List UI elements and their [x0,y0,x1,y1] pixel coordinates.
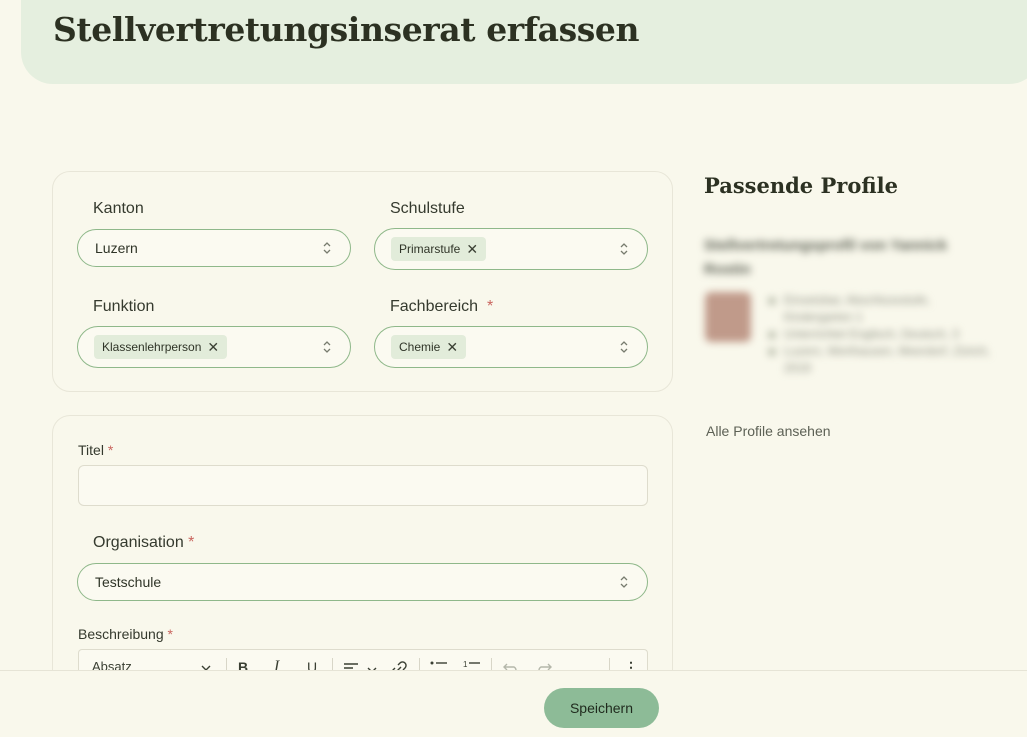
filter-card: Kanton Luzern Schulstufe Primarstufe ✕ F… [52,171,673,392]
footer-bar: Speichern [0,670,1027,737]
all-profiles-link[interactable]: Alle Profile ansehen [706,423,831,439]
schulstufe-select[interactable]: Primarstufe ✕ [374,228,648,270]
profile-detail-line: Einsetzbar, Abschlussstufe, Kindergarten… [766,292,996,326]
profile-name[interactable]: Stellvertretungsprofil von Yannick Rosti… [704,234,964,282]
fachbereich-chip: Chemie ✕ [391,335,467,359]
avatar [705,292,751,342]
svg-text:1: 1 [463,660,468,669]
chevron-updown-icon [323,341,331,353]
chip-label: Primarstufe [399,242,461,256]
profile-details: Einsetzbar, Abschlussstufe, Kindergarten… [766,292,996,377]
chip-label: Chemie [399,340,441,354]
funktion-select[interactable]: Klassenlehrperson ✕ [77,326,351,368]
profile-detail-line: Luzern, Werthausen, Meerdorf, Zürich, 20… [766,343,996,377]
kanton-value: Luzern [95,240,138,256]
fachbereich-select[interactable]: Chemie ✕ [374,326,648,368]
funktion-label: Funktion [93,298,155,315]
titel-label: Titel * [78,442,114,458]
chevron-updown-icon [620,243,628,255]
kanton-label: Kanton [93,200,144,217]
required-mark: * [486,298,494,315]
remove-chip-icon[interactable]: ✕ [466,242,478,256]
page-header: Stellvertretungsinserat erfassen [21,0,1027,84]
organisation-label: Organisation * [93,534,195,551]
schulstufe-label: Schulstufe [390,200,465,217]
remove-chip-icon[interactable]: ✕ [207,340,219,354]
kanton-select[interactable]: Luzern [77,229,351,267]
chevron-updown-icon [620,576,628,588]
required-mark: * [188,534,195,551]
fachbereich-label: Fachbereich * [390,298,494,315]
organisation-value: Testschule [95,574,162,590]
chip-label: Klassenlehrperson [102,340,202,354]
page-title: Stellvertretungsinserat erfassen [53,10,640,49]
required-mark: * [107,442,114,458]
chevron-updown-icon [620,341,628,353]
chevron-updown-icon [323,242,331,254]
required-mark: * [167,626,173,642]
organisation-select[interactable]: Testschule [77,563,648,601]
profile-detail-line: Unterrichtet Englisch, Deutsch, 3 [766,326,996,343]
schulstufe-chip: Primarstufe ✕ [391,237,487,261]
remove-chip-icon[interactable]: ✕ [446,340,458,354]
beschreibung-label: Beschreibung * [78,626,173,642]
passende-profile-title: Passende Profile [704,173,898,198]
funktion-chip: Klassenlehrperson ✕ [94,335,228,359]
save-button[interactable]: Speichern [544,688,659,728]
titel-input[interactable] [78,465,648,506]
